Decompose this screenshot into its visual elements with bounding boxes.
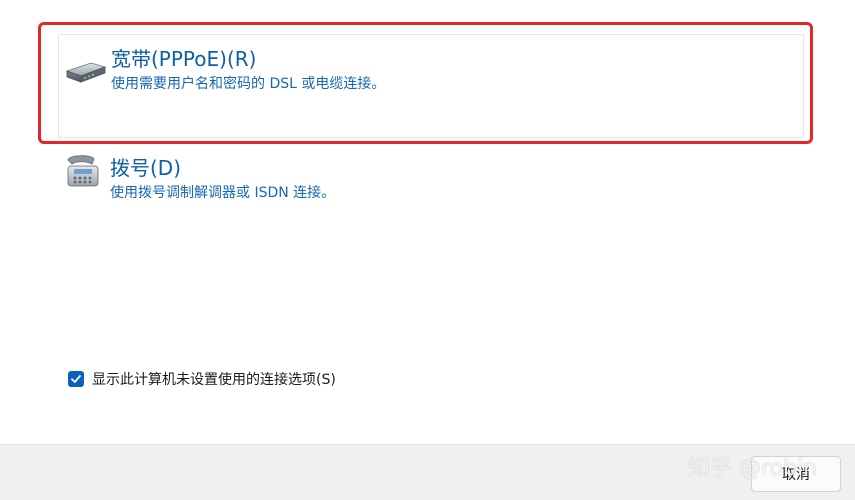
cancel-button[interactable]: 取消 bbox=[751, 456, 841, 492]
checkbox-checked-icon[interactable] bbox=[68, 371, 84, 387]
checkmark-icon bbox=[71, 375, 81, 383]
option-dialup[interactable]: 拨号(D) 使用拨号调制解调器或 ISDN 连接。 bbox=[58, 148, 804, 218]
option-description: 使用拨号调制解调器或 ISDN 连接。 bbox=[110, 185, 336, 201]
dialup-phone-icon bbox=[67, 155, 99, 187]
option-title: 宽带(PPPoE)(R) bbox=[111, 47, 257, 71]
broadband-modem-icon bbox=[65, 62, 107, 83]
checkbox-label: 显示此计算机未设置使用的连接选项(S) bbox=[92, 372, 336, 388]
show-unconfigured-options-checkbox[interactable]: 显示此计算机未设置使用的连接选项(S) bbox=[68, 369, 336, 389]
connection-wizard-page: 宽带(PPPoE)(R) 使用需要用户名和密码的 DSL 或电缆连接。 拨号(D bbox=[0, 0, 855, 500]
option-title: 拨号(D) bbox=[110, 156, 182, 180]
dialog-footer bbox=[0, 444, 855, 500]
option-broadband-pppoe[interactable]: 宽带(PPPoE)(R) 使用需要用户名和密码的 DSL 或电缆连接。 bbox=[58, 34, 804, 138]
option-description: 使用需要用户名和密码的 DSL 或电缆连接。 bbox=[111, 76, 386, 92]
